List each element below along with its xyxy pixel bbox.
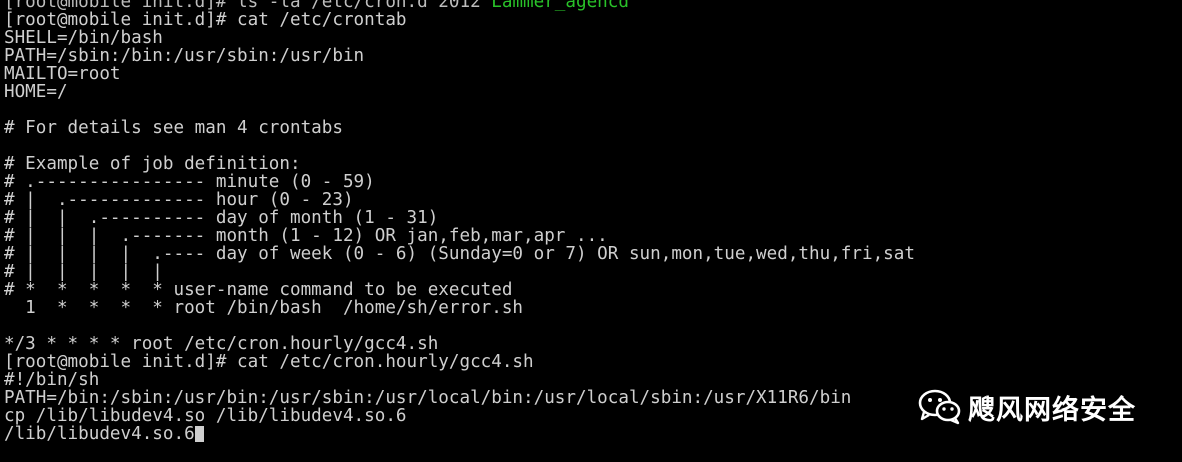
terminal-line: # Example of job definition: xyxy=(4,155,301,173)
terminal-line: # | | | | .---- day of week (0 - 6) (Sun… xyxy=(4,245,915,263)
terminal-line: # .---------------- minute (0 - 59) xyxy=(4,173,375,191)
terminal-line: 1 * * * * root /bin/bash /home/sh/error.… xyxy=(4,299,524,317)
partial-line-text: [root@mobile init.d]# ls -la /etc/cron.d… xyxy=(4,0,492,11)
terminal-line: # * * * * * user-name command to be exec… xyxy=(4,281,513,299)
terminal-line: HOME=/ xyxy=(4,83,68,101)
terminal-prompt: /lib/libudev4.so.6 xyxy=(4,425,195,443)
wechat-icon xyxy=(918,389,961,425)
terminal-line: SHELL=/bin/bash xyxy=(4,29,163,47)
terminal-line: # | .------------- hour (0 - 23) xyxy=(4,191,354,209)
terminal-line: # | | .---------- day of month (1 - 31) xyxy=(4,209,439,227)
terminal-line: MAILTO=root xyxy=(4,65,121,83)
watermark: 飕风网络安全 xyxy=(918,386,1136,428)
terminal-line: # | | | .------- month (1 - 12) OR jan,f… xyxy=(4,227,608,245)
terminal-line-partial: [root@mobile init.d]# ls -la /etc/cron.d… xyxy=(4,0,1182,11)
terminal-line: # | | | | | xyxy=(4,263,163,281)
partial-line-green-text: Lammer_agencd xyxy=(491,0,629,11)
terminal-line: PATH=/sbin:/bin:/usr/sbin:/usr/bin xyxy=(4,47,365,65)
terminal-line: # For details see man 4 crontabs xyxy=(4,119,343,137)
terminal-line: */3 * * * * root /etc/cron.hourly/gcc4.s… xyxy=(4,335,439,353)
terminal-line: [root@mobile init.d]# cat /etc/cron.hour… xyxy=(4,353,534,371)
terminal-cursor xyxy=(194,426,204,442)
watermark-text: 飕风网络安全 xyxy=(968,394,1136,426)
terminal-line: [root@mobile init.d]# cat /etc/crontab xyxy=(4,11,407,29)
